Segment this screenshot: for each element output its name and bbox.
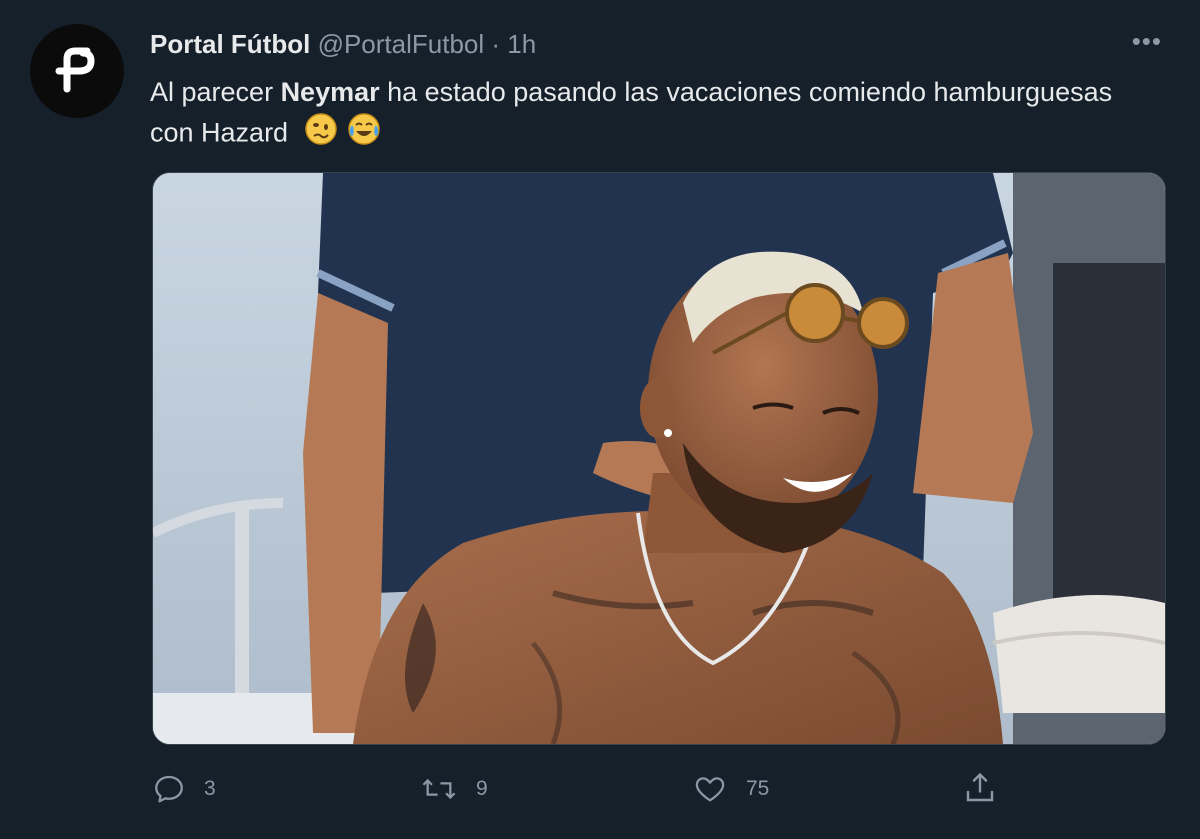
heart-icon bbox=[695, 777, 725, 802]
woozy-face-emoji bbox=[304, 112, 338, 157]
like-count: 75 bbox=[746, 777, 770, 800]
reply-count: 3 bbox=[204, 777, 216, 800]
retweet-button[interactable]: 9 bbox=[420, 772, 488, 806]
share-icon bbox=[966, 772, 994, 802]
timestamp[interactable]: 1h bbox=[507, 29, 536, 59]
portal-futbol-logo bbox=[55, 47, 95, 93]
photo-illustration bbox=[153, 173, 1165, 744]
display-name[interactable]: Portal Fútbol bbox=[150, 29, 310, 59]
tweet-header: Portal Fútbol @PortalFutbol · 1h bbox=[150, 28, 536, 60]
user-handle[interactable]: @PortalFutbol bbox=[318, 29, 485, 59]
more-options-icon[interactable]: ••• bbox=[1132, 26, 1162, 57]
separator-dot: · bbox=[491, 29, 501, 59]
share-button[interactable] bbox=[962, 770, 998, 806]
tears-of-joy-emoji bbox=[347, 112, 381, 157]
tweet-card: Portal Fútbol @PortalFutbol · 1h ••• Al … bbox=[0, 0, 1200, 839]
reply-button[interactable]: 3 bbox=[152, 772, 216, 806]
retweet-count: 9 bbox=[476, 777, 488, 800]
avatar[interactable] bbox=[30, 24, 124, 118]
retweet-icon bbox=[422, 778, 456, 800]
tweet-actions: 3 9 75 bbox=[150, 768, 1010, 812]
like-button[interactable]: 75 bbox=[692, 772, 769, 806]
tweet-text-mention: Neymar bbox=[280, 77, 380, 107]
tweet-photo[interactable] bbox=[152, 172, 1166, 745]
tweet-text-part1: Al parecer bbox=[150, 77, 281, 107]
reply-icon bbox=[155, 775, 183, 803]
tweet-text: Al parecer Neymar ha estado pasando las … bbox=[150, 72, 1140, 157]
